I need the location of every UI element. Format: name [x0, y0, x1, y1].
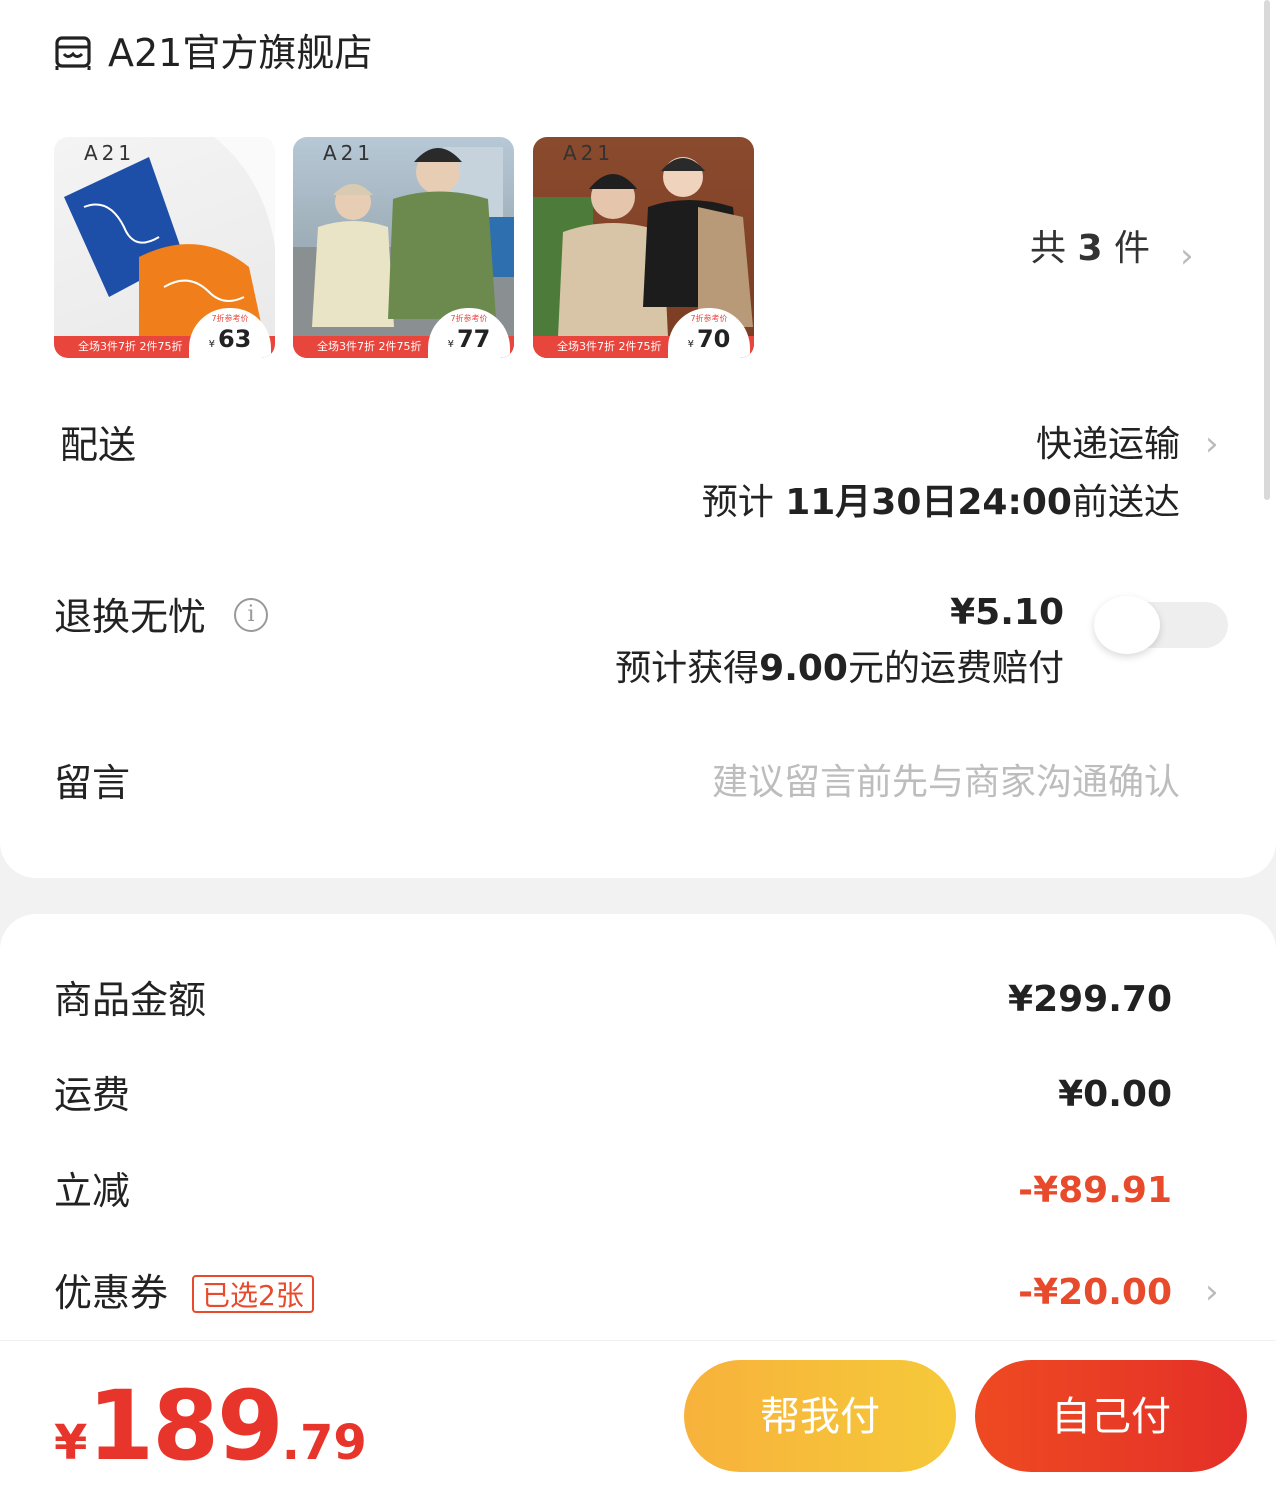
badge-price: 70 [696, 325, 731, 353]
coupon-value[interactable]: -¥20.00 [1018, 1270, 1172, 1316]
product-thumbnail[interactable]: A21 全场3件7折 2件75折 7折参考价 ¥77 [293, 137, 514, 358]
chevron-right-icon[interactable]: › [1180, 236, 1194, 276]
total-price: ¥189.79 [54, 1370, 367, 1482]
badge-price: 77 [456, 325, 491, 353]
coupon-label: 优惠券 [54, 1271, 169, 1315]
shipping-value: ¥0.00 [1058, 1074, 1172, 1115]
return-insurance-price: ¥5.10 [950, 592, 1064, 633]
return-insurance-desc: 预计获得9.00元的运费赔付 [615, 646, 1064, 692]
product-thumbnail[interactable]: A21 全场3件7折 2件75折 7折参考价 ¥63 [54, 137, 275, 358]
chevron-right-icon[interactable]: › [1205, 1272, 1219, 1312]
chevron-right-icon[interactable]: › [1205, 424, 1219, 464]
desc-amount: 9.00 [759, 648, 848, 689]
coupon-tag[interactable]: 已选2张 [192, 1275, 314, 1313]
self-pay-button[interactable]: 自己付 [975, 1360, 1247, 1472]
goods-amount-label: 商品金额 [54, 978, 207, 1022]
goods-amount-value: ¥299.70 [1008, 979, 1172, 1020]
badge-label: 7折参考价 [450, 314, 488, 323]
item-count-number: 3 [1077, 228, 1103, 269]
badge-label: 7折参考价 [211, 314, 249, 323]
product-brand: A21 [563, 141, 615, 165]
badge-price: 63 [217, 325, 252, 353]
badge-currency: ¥ [687, 339, 694, 350]
badge-currency: ¥ [447, 339, 454, 350]
return-insurance-label: 退换无忧 [54, 595, 207, 639]
item-count-suffix: 件 [1113, 228, 1150, 269]
item-count[interactable]: 共 3 件 [1030, 226, 1150, 272]
message-input[interactable]: 建议留言前先与商家沟通确认 [712, 760, 1180, 806]
message-label: 留言 [54, 761, 131, 805]
price-badge: 7折参考价 ¥77 [428, 308, 510, 358]
product-brand: A21 [323, 141, 375, 165]
item-count-prefix: 共 [1030, 228, 1067, 269]
help-pay-button[interactable]: 帮我付 [684, 1360, 956, 1472]
info-icon[interactable]: i [234, 598, 268, 632]
discount-value: -¥89.91 [1018, 1170, 1172, 1211]
product-brand: A21 [84, 141, 136, 165]
badge-currency: ¥ [208, 339, 215, 350]
total-currency: ¥ [54, 1415, 88, 1471]
delivery-eta: 预计 11月30日24:00前送达 [702, 480, 1180, 526]
desc-suffix: 元的运费赔付 [847, 648, 1064, 689]
order-card: A21官方旗舰店 A21 全场3件7折 2件75折 7折参考价 ¥63 A21 … [0, 0, 1276, 878]
return-insurance-toggle[interactable] [1094, 596, 1228, 654]
delivery-label: 配送 [60, 423, 137, 467]
delivery-method[interactable]: 快递运输 [1036, 422, 1180, 468]
toggle-knob [1094, 596, 1160, 654]
store-name[interactable]: A21官方旗舰店 [108, 28, 372, 78]
discount-label: 立减 [54, 1169, 131, 1213]
price-badge: 7折参考价 ¥70 [668, 308, 750, 358]
eta-time: 11月30日24:00 [785, 482, 1072, 523]
footer-divider [0, 1340, 1276, 1341]
scrollbar[interactable] [1264, 0, 1270, 500]
total-decimal: .79 [281, 1415, 367, 1471]
desc-prefix: 预计获得 [615, 648, 760, 689]
badge-label: 7折参考价 [690, 314, 728, 323]
shipping-label: 运费 [54, 1073, 131, 1117]
price-badge: 7折参考价 ¥63 [189, 308, 271, 358]
product-thumbnail[interactable]: A21 全场3件7折 2件75折 7折参考价 ¥70 [533, 137, 754, 358]
eta-suffix: 前送达 [1071, 482, 1180, 523]
eta-prefix: 预计 [701, 482, 774, 523]
total-integer: 189 [87, 1370, 283, 1482]
store-icon [55, 36, 91, 70]
